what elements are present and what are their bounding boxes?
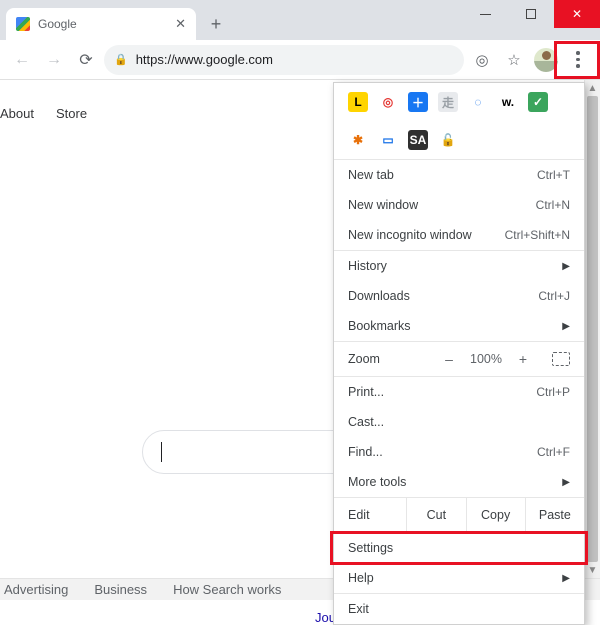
footer-business-link[interactable]: Business	[94, 582, 147, 597]
address-bar[interactable]: 🔒 https://www.google.com	[104, 45, 464, 75]
footer-advertising-link[interactable]: Advertising	[4, 582, 68, 597]
avatar-icon	[534, 48, 558, 72]
extension-icon[interactable]: ◌	[468, 92, 488, 112]
menu-zoom: Zoom – 100% +	[334, 342, 584, 376]
back-button[interactable]: ←	[8, 46, 36, 74]
browser-toolbar: ← → ⟳ 🔒 https://www.google.com ◎ ☆	[0, 40, 600, 80]
zoom-in-button[interactable]: +	[512, 351, 534, 367]
menu-item-label: Help	[348, 571, 556, 585]
menu-bookmarks[interactable]: Bookmarks ▶	[334, 311, 584, 341]
reload-button[interactable]: ⟳	[72, 46, 100, 74]
extension-icon[interactable]: ▭	[378, 130, 398, 150]
chrome-menu: L ◎ ＋ 走 ◌ w. ✓ ✱ ▭ SA 🔓 New tab Ctrl+T New window…	[333, 82, 585, 625]
menu-edit-row: Edit Cut Copy Paste	[334, 498, 584, 532]
fullscreen-icon[interactable]	[552, 352, 570, 366]
chrome-menu-button[interactable]	[564, 46, 592, 74]
google-favicon	[16, 17, 30, 31]
lock-icon: 🔒	[114, 53, 128, 66]
menu-item-label: Cast...	[348, 415, 570, 429]
extension-icon[interactable]: 走	[438, 92, 458, 112]
window-controls: ✕	[462, 0, 600, 40]
scroll-down-icon[interactable]: ▼	[585, 562, 600, 578]
menu-exit[interactable]: Exit	[334, 594, 584, 624]
menu-item-label: Settings	[348, 541, 570, 555]
minimize-button[interactable]	[462, 0, 508, 28]
menu-shortcut: Ctrl+J	[538, 289, 570, 303]
extension-icon[interactable]: ✓	[528, 92, 548, 112]
extension-row: L ◎ ＋ 走 ◌ w. ✓	[334, 83, 584, 121]
menu-downloads[interactable]: Downloads Ctrl+J	[334, 281, 584, 311]
zoom-out-button[interactable]: –	[438, 351, 460, 367]
menu-new-tab[interactable]: New tab Ctrl+T	[334, 160, 584, 190]
target-icon[interactable]: ◎	[468, 46, 496, 74]
menu-item-label: Print...	[348, 385, 536, 399]
close-tab-icon[interactable]: ✕	[175, 16, 186, 32]
menu-cut[interactable]: Cut	[407, 498, 466, 532]
menu-item-label: Zoom	[348, 352, 438, 366]
extension-icon[interactable]: ◎	[378, 92, 398, 112]
extension-icon[interactable]: 🔓	[438, 130, 458, 150]
menu-new-window[interactable]: New window Ctrl+N	[334, 190, 584, 220]
browser-tab[interactable]: Google ✕	[6, 8, 196, 40]
menu-item-label: New window	[348, 198, 536, 212]
menu-edit-label: Edit	[334, 498, 407, 532]
extension-icon[interactable]: L	[348, 92, 368, 112]
extension-icon[interactable]: ✱	[348, 130, 368, 150]
menu-item-label: Exit	[348, 602, 570, 616]
submenu-arrow-icon: ▶	[562, 261, 570, 272]
tab-title: Google	[38, 17, 167, 31]
menu-item-label: New incognito window	[348, 228, 505, 242]
submenu-arrow-icon: ▶	[562, 477, 570, 488]
menu-more-tools[interactable]: More tools ▶	[334, 467, 584, 497]
maximize-button[interactable]	[508, 0, 554, 28]
vertical-scrollbar[interactable]: ▲ ▼	[584, 80, 600, 578]
menu-print[interactable]: Print... Ctrl+P	[334, 377, 584, 407]
footer-how-link[interactable]: How Search works	[173, 582, 281, 597]
menu-item-label: Downloads	[348, 289, 538, 303]
menu-cast[interactable]: Cast...	[334, 407, 584, 437]
zoom-level: 100%	[470, 352, 502, 366]
menu-item-label: History	[348, 259, 556, 273]
menu-item-label: Bookmarks	[348, 319, 556, 333]
close-window-button[interactable]: ✕	[554, 0, 600, 28]
menu-incognito[interactable]: New incognito window Ctrl+Shift+N	[334, 220, 584, 250]
submenu-arrow-icon: ▶	[562, 321, 570, 332]
forward-button[interactable]: →	[40, 46, 68, 74]
menu-item-label: New tab	[348, 168, 537, 182]
menu-shortcut: Ctrl+T	[537, 168, 570, 182]
scroll-up-icon[interactable]: ▲	[585, 80, 600, 96]
menu-find[interactable]: Find... Ctrl+F	[334, 437, 584, 467]
menu-item-label: Find...	[348, 445, 537, 459]
extension-icon[interactable]: ＋	[408, 92, 428, 112]
menu-paste[interactable]: Paste	[526, 498, 584, 532]
extension-icon[interactable]: SA	[408, 130, 428, 150]
menu-history[interactable]: History ▶	[334, 251, 584, 281]
menu-help[interactable]: Help ▶	[334, 563, 584, 593]
bookmark-star-icon[interactable]: ☆	[500, 46, 528, 74]
extension-icon[interactable]: w.	[498, 92, 518, 112]
menu-settings[interactable]: Settings	[334, 533, 584, 563]
url-text: https://www.google.com	[136, 52, 273, 67]
menu-copy[interactable]: Copy	[467, 498, 526, 532]
submenu-arrow-icon: ▶	[562, 573, 570, 584]
menu-shortcut: Ctrl+Shift+N	[505, 228, 570, 242]
text-caret	[161, 442, 162, 462]
window-titlebar: Google ✕ + ✕	[0, 0, 600, 40]
about-link[interactable]: About	[0, 106, 34, 121]
menu-shortcut: Ctrl+N	[536, 198, 570, 212]
scroll-thumb[interactable]	[587, 96, 598, 562]
menu-item-label: More tools	[348, 475, 556, 489]
profile-avatar[interactable]	[532, 46, 560, 74]
menu-shortcut: Ctrl+P	[536, 385, 570, 399]
extension-row: ✱ ▭ SA 🔓	[334, 121, 584, 159]
menu-shortcut: Ctrl+F	[537, 445, 570, 459]
store-link[interactable]: Store	[56, 106, 87, 121]
new-tab-button[interactable]: +	[202, 10, 230, 38]
